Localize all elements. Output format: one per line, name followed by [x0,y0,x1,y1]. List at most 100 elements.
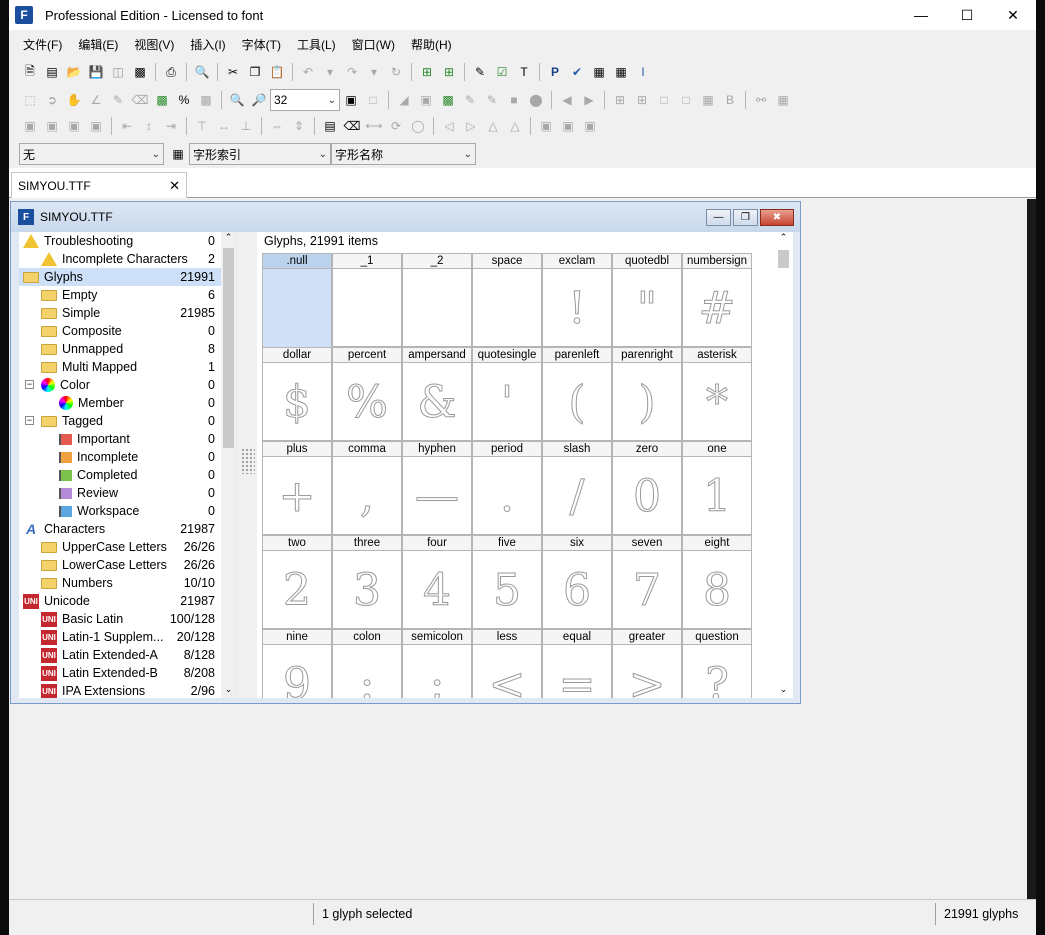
distribute-v-icon[interactable]: ⇕ [289,116,309,136]
validate-icon[interactable]: ☑ [492,62,512,82]
scroll-up-icon[interactable]: ⌃ [221,232,236,246]
align-bottom-icon[interactable]: ⊥ [236,116,256,136]
cut-icon[interactable]: ✂ [223,62,243,82]
pen-icon[interactable]: ✎ [108,90,128,110]
undo-icon[interactable]: ↶ [298,62,318,82]
new-file-icon[interactable]: 🗎 [20,62,40,82]
tree-item[interactable]: Workspace 0 [19,502,221,520]
tree-item[interactable]: UNI IPA Extensions 2/96 [19,682,221,698]
copy-contour-icon[interactable]: ▣ [536,116,556,136]
glyph-cell[interactable]: zero 0 [612,441,682,535]
reverse-contour-icon[interactable]: ▣ [580,116,600,136]
save-icon[interactable]: 💾 [86,62,106,82]
measure-icon[interactable]: ∠ [86,90,106,110]
background-image-icon[interactable]: ▩ [152,90,172,110]
tree-item[interactable]: A Characters 21987 [19,520,221,538]
menu-item-7[interactable]: 帮助(H) [403,36,460,53]
glyph-cell[interactable]: one 1 [682,441,752,535]
tree-item[interactable]: Color 0 [19,376,221,394]
tree-item[interactable]: Tagged 0 [19,412,221,430]
glyph-cell[interactable]: four 4 [402,535,472,629]
tree-item[interactable]: Incomplete 0 [19,448,221,466]
tree-item[interactable]: Troubleshooting 0 [19,232,221,250]
xml-icon[interactable]: ▦ [611,62,631,82]
scale-icon[interactable]: ◯ [408,116,428,136]
caption-combo[interactable]: 字形名称 ⌄ [331,143,476,165]
glyph-cell[interactable]: nine 9 [262,629,332,698]
minimize-button[interactable]: — [898,0,944,30]
paste-icon[interactable]: 📋 [267,62,287,82]
menu-item-5[interactable]: 工具(L) [289,36,344,53]
font-window-titlebar[interactable]: F SIMYOU.TTF — ❐ ✖ [11,202,800,232]
glyph-cell[interactable]: five 5 [472,535,542,629]
align-middle-icon[interactable]: ↔ [214,116,234,136]
glyph-cell[interactable]: space [472,253,542,347]
skew-icon[interactable]: △ [483,116,503,136]
collapse-icon[interactable]: − [25,380,34,389]
glyph-cell[interactable]: dollar $ [262,347,332,441]
tree-item[interactable]: Multi Mapped 1 [19,358,221,376]
glyph-cell[interactable]: question? [682,629,752,698]
pane-splitter[interactable] [237,232,257,698]
glyph-cell[interactable]: comma, [332,441,402,535]
font-properties-icon[interactable]: ✎ [470,62,490,82]
child-close-button[interactable]: ✖ [760,209,794,226]
paste-contour-icon[interactable]: ▣ [558,116,578,136]
child-minimize-button[interactable]: — [706,209,731,226]
redo-icon[interactable]: ↷ [342,62,362,82]
metrics-icon[interactable]: □ [676,90,696,110]
glyph-cell[interactable]: semicolon; [402,629,472,698]
tree-item[interactable]: Glyphs 21991 [19,268,221,286]
subtract-icon[interactable]: ▣ [64,116,84,136]
close-tab-icon[interactable]: ✕ [169,178,180,194]
document-tab[interactable]: SIMYOU.TTF ✕ [11,172,187,198]
scroll-thumb[interactable] [223,248,234,448]
zoom-rect-icon[interactable]: □ [363,90,383,110]
splitter-grip-icon[interactable] [241,448,255,474]
glyph-cell[interactable]: parenleft ( [542,347,612,441]
guides-icon[interactable]: ⊞ [632,90,652,110]
lasso-icon[interactable]: ➲ [42,90,62,110]
glyph-cell[interactable]: hyphen — [402,441,472,535]
properties-icon[interactable]: ▤ [320,116,340,136]
tree-item[interactable]: Simple 21985 [19,304,221,322]
tree-item[interactable]: UNI Latin Extended-A 8/128 [19,646,221,664]
zoom-out-icon[interactable]: 🔎 [249,90,269,110]
glyph-cell[interactable]: equal = [542,629,612,698]
tree-item[interactable]: UNI Latin-1 Supplem... 20/128 [19,628,221,646]
print-icon[interactable]: ⎙ [161,62,181,82]
percent-icon[interactable]: % [174,90,194,110]
distribute-h-icon[interactable]: ⇔ [267,116,287,136]
menu-item-4[interactable]: 字体(T) [234,36,289,53]
tree-item[interactable]: Composite 0 [19,322,221,340]
close-button[interactable]: ✕ [990,0,1036,30]
grid-icon[interactable]: ⊞ [610,90,630,110]
menu-item-0[interactable]: 文件(F) [15,36,70,53]
glyph-filter-combo[interactable]: 无 ⌄ [19,143,164,165]
union-icon[interactable]: ▣ [20,116,40,136]
copy-icon[interactable]: ❐ [245,62,265,82]
tree-item[interactable]: Member 0 [19,394,221,412]
menu-item-1[interactable]: 编辑(E) [70,36,126,53]
add-glyph-icon[interactable]: ⊞ [417,62,437,82]
menu-item-6[interactable]: 窗口(W) [344,36,403,53]
select-rect-icon[interactable]: ⬚ [20,90,40,110]
glyph-cell[interactable]: greater > [612,629,682,698]
align-left-icon[interactable]: ⇤ [117,116,137,136]
glyph-cell[interactable]: six 6 [542,535,612,629]
undo-dropdown-icon[interactable]: ▾ [320,62,340,82]
flip-right-icon[interactable]: ▷ [461,116,481,136]
components-icon[interactable]: ▦ [773,90,793,110]
align-right-icon[interactable]: ⇥ [161,116,181,136]
glyph-cell[interactable]: two 2 [262,535,332,629]
menu-item-2[interactable]: 视图(V) [126,36,182,53]
tree-item[interactable]: LowerCase Letters 26/26 [19,556,221,574]
collapse-icon[interactable]: − [25,416,34,425]
menu-item-3[interactable]: 插入(I) [182,36,233,53]
tree-item[interactable]: Empty 6 [19,286,221,304]
scroll-thumb[interactable] [778,250,789,268]
tree-item[interactable]: UNI Latin Extended-B 8/208 [19,664,221,682]
glyph-cell[interactable]: seven 7 [612,535,682,629]
align-center-icon[interactable]: ↕ [139,116,159,136]
hints-icon[interactable]: ▦ [698,90,718,110]
